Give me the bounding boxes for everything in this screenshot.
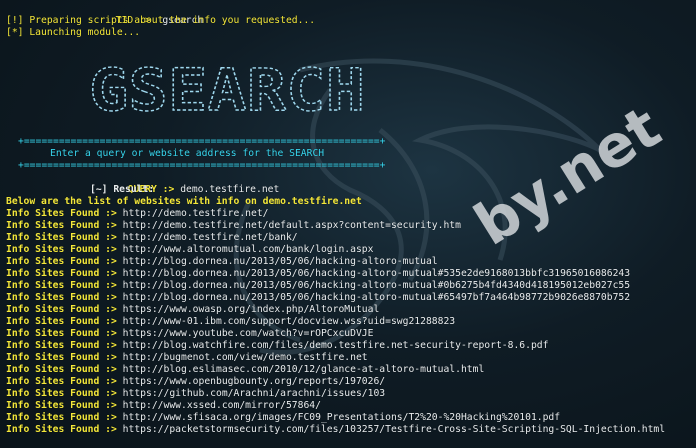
separator-top: +=======================================… xyxy=(18,136,386,147)
result-label: Info Sites Found :> xyxy=(6,280,117,291)
result-row: Info Sites Found :> http://blog.eslimase… xyxy=(6,364,484,376)
result-row: Info Sites Found :> https://github.com/A… xyxy=(6,388,385,400)
result-label: Info Sites Found :> xyxy=(6,292,117,303)
result-row: Info Sites Found :> http://demo.testfire… xyxy=(6,208,268,220)
separator-bottom: +=======================================… xyxy=(18,160,386,171)
result-url[interactable]: http://www.sfisaca.org/images/FC09_Prese… xyxy=(123,412,560,423)
result-url[interactable]: http://blog.eslimasec.com/2010/12/glance… xyxy=(123,364,485,375)
result-label: Info Sites Found :> xyxy=(6,268,117,279)
status-launching: [*] Launching module... xyxy=(6,27,141,38)
result-url[interactable]: http://blog.dornea.nu/2013/05/06/hacking… xyxy=(123,280,630,291)
result-url[interactable]: https://github.com/Arachni/arachni/issue… xyxy=(123,388,385,399)
result-row: Info Sites Found :> http://www.altoromut… xyxy=(6,244,373,256)
result-row: Info Sites Found :> https://www.youtube.… xyxy=(6,328,373,340)
result-row: Info Sites Found :> http://www.sfisaca.o… xyxy=(6,412,560,424)
result-row: Info Sites Found :> http://demo.testfire… xyxy=(6,232,298,244)
result-label: Info Sites Found :> xyxy=(6,244,117,255)
result-row: Info Sites Found :> http://blog.dornea.n… xyxy=(6,280,630,292)
result-label: Info Sites Found :> xyxy=(6,376,117,387)
result-url[interactable]: https://www.youtube.com/watch?v=rOPCxcuD… xyxy=(123,328,374,339)
result-row: Info Sites Found :> http://demo.testfire… xyxy=(6,220,461,232)
query-instruction: Enter a query or website address for the… xyxy=(50,148,325,159)
result-url[interactable]: https://www.owasp.org/index.php/AltoroMu… xyxy=(123,304,380,315)
result-row: Info Sites Found :> http://bugmenot.com/… xyxy=(6,352,368,364)
result-url[interactable]: http://blog.dornea.nu/2013/05/06/hacking… xyxy=(123,292,630,303)
banner-art: GSEARCH xyxy=(89,58,365,124)
result-row: Info Sites Found :> http://blog.dornea.n… xyxy=(6,292,630,304)
result-row: Info Sites Found :> http://blog.dornea.n… xyxy=(6,256,438,268)
result-label: Info Sites Found :> xyxy=(6,388,117,399)
result-label: Info Sites Found :> xyxy=(6,424,117,435)
result-url[interactable]: http://www-01.ibm.com/support/docview.ws… xyxy=(123,316,455,327)
gsearch-banner: GSEARCH xyxy=(88,58,365,124)
result-label: Info Sites Found :> xyxy=(6,352,117,363)
result-url[interactable]: http://blog.dornea.nu/2013/05/06/hacking… xyxy=(123,256,438,267)
result-url[interactable]: https://packetstormsecurity.com/files/10… xyxy=(123,424,665,435)
result-row: Info Sites Found :> http://blog.dornea.n… xyxy=(6,268,630,280)
result-url[interactable]: http://www.xssed.com/mirror/57864/ xyxy=(123,400,321,411)
result-row: Info Sites Found :> http://blog.watchfir… xyxy=(6,340,548,352)
result-label: Info Sites Found :> xyxy=(6,364,117,375)
watermark-text: by.net xyxy=(463,93,672,259)
result-row: Info Sites Found :> http://www.xssed.com… xyxy=(6,400,321,412)
result-url[interactable]: http://demo.testfire.net/default.aspx?co… xyxy=(123,220,461,231)
result-label: Info Sites Found :> xyxy=(6,232,117,243)
result-url[interactable]: http://blog.dornea.nu/2013/05/06/hacking… xyxy=(123,268,630,279)
result-row: Info Sites Found :> https://www.owasp.or… xyxy=(6,304,379,316)
result-label: Info Sites Found :> xyxy=(6,304,117,315)
result-label: Info Sites Found :> xyxy=(6,316,117,327)
result-label: Info Sites Found :> xyxy=(6,412,117,423)
query-line[interactable]: QUERY :> demo.testfire.net xyxy=(116,172,280,195)
status-preparing: [!] Preparing scripts about the info you… xyxy=(6,15,316,26)
result-label: Info Sites Found :> xyxy=(6,256,117,267)
result-url[interactable]: http://www.altoromutual.com/bank/login.a… xyxy=(123,244,374,255)
result-row: Info Sites Found :> https://www.openbugb… xyxy=(6,376,385,388)
result-header: [~] Result: xyxy=(90,184,155,195)
result-row: Info Sites Found :> https://packetstorms… xyxy=(6,424,665,436)
result-label: Info Sites Found :> xyxy=(6,328,117,339)
result-label: Info Sites Found :> xyxy=(6,220,117,231)
result-url[interactable]: http://demo.testfire.net/bank/ xyxy=(123,232,298,243)
list-header: Below are the list of websites with info… xyxy=(6,196,362,207)
result-label: Info Sites Found :> xyxy=(6,340,117,351)
result-url[interactable]: http://demo.testfire.net/ xyxy=(123,208,269,219)
result-row: Info Sites Found :> http://www-01.ibm.co… xyxy=(6,316,455,328)
result-url[interactable]: https://www.openbugbounty.org/reports/19… xyxy=(123,376,385,387)
query-input[interactable]: demo.testfire.net xyxy=(180,184,279,195)
result-label: Info Sites Found :> xyxy=(6,400,117,411)
tid-prompt-line: TID :> gsearch xyxy=(104,3,204,26)
result-url[interactable]: http://bugmenot.com/view/demo.testfire.n… xyxy=(123,352,368,363)
result-url[interactable]: http://blog.watchfire.com/files/demo.tes… xyxy=(123,340,549,351)
result-label: Info Sites Found :> xyxy=(6,208,117,219)
